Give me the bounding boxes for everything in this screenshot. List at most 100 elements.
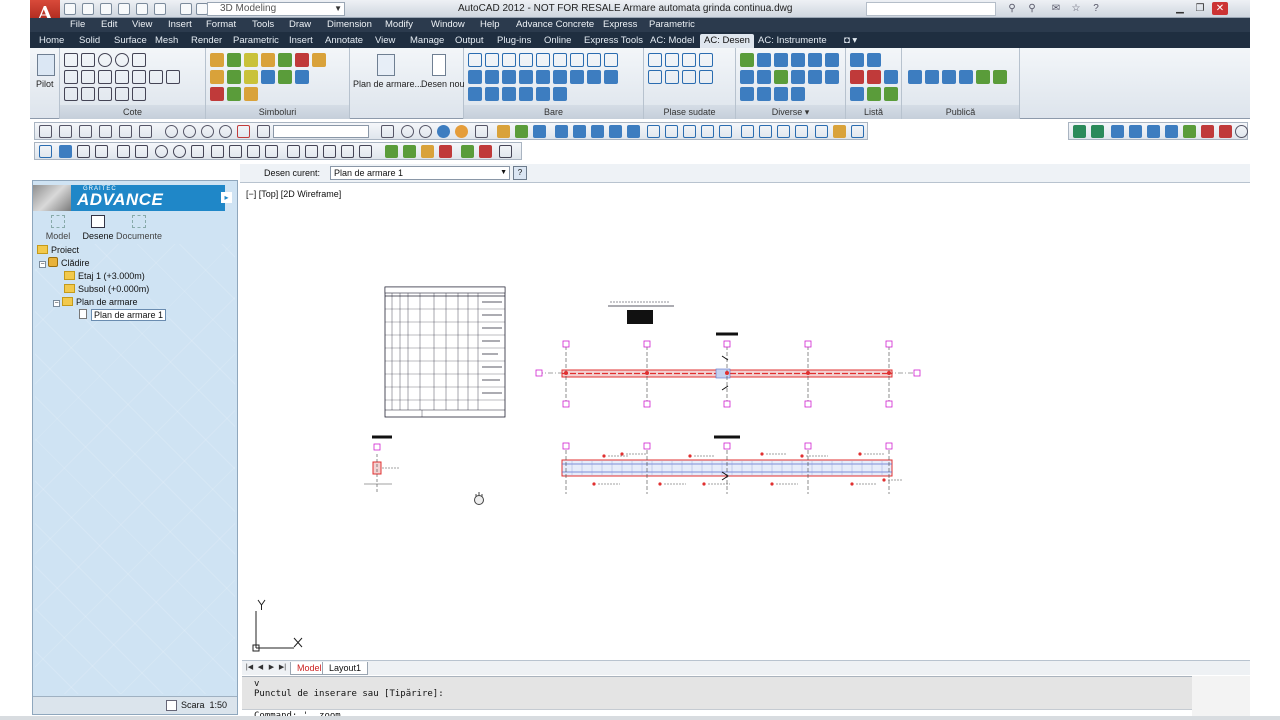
layer-combo[interactable] (273, 125, 369, 138)
tool-20-icon[interactable] (573, 125, 586, 138)
elevation-icon[interactable] (115, 70, 129, 84)
menu-parametric[interactable]: Parametric (649, 19, 695, 30)
communication-center-icon[interactable]: ✉ (1050, 3, 1062, 15)
tool-d9-icon[interactable] (191, 145, 204, 158)
tool-2-icon[interactable] (59, 125, 72, 138)
mesh-2-icon[interactable] (665, 53, 679, 67)
tool-32-icon[interactable] (795, 125, 808, 138)
publish-6-icon[interactable] (993, 70, 1007, 84)
tool-r8-icon[interactable] (1235, 125, 1248, 138)
tool-d1-icon[interactable] (39, 145, 52, 158)
symbol-4-icon[interactable] (261, 53, 275, 67)
tool-35-icon[interactable] (851, 125, 864, 138)
bar-23-icon[interactable] (536, 87, 550, 101)
pilot-icon[interactable] (37, 54, 55, 76)
new-drawing-icon[interactable] (432, 54, 446, 76)
tool-d17-icon[interactable] (341, 145, 354, 158)
tab-documente[interactable]: Documente (113, 215, 165, 241)
misc-5-icon[interactable] (808, 53, 822, 67)
tool-5-icon[interactable] (119, 125, 132, 138)
tool-21-icon[interactable] (591, 125, 604, 138)
list-7-icon[interactable] (867, 87, 881, 101)
tool-r4-icon[interactable] (1165, 125, 1178, 138)
tool-r6-icon[interactable] (1201, 125, 1214, 138)
tab-mesh[interactable]: Mesh (151, 34, 182, 48)
bar-5-icon[interactable] (536, 53, 550, 67)
misc-icon[interactable] (740, 53, 754, 67)
tool-d24-icon[interactable] (479, 145, 492, 158)
tool-15-icon[interactable] (475, 125, 488, 138)
tree-node-plan-de-armare[interactable]: − Plan de armare (53, 296, 138, 308)
bar-14-icon[interactable] (536, 70, 550, 84)
bar-8-icon[interactable] (587, 53, 601, 67)
list-3-icon[interactable] (850, 70, 864, 84)
menu-draw[interactable]: Draw (289, 19, 311, 30)
ordinate-icon[interactable] (81, 70, 95, 84)
tool-d5-icon[interactable] (117, 145, 130, 158)
menu-help[interactable]: Help (480, 19, 500, 30)
tool-18-icon[interactable] (533, 125, 546, 138)
tool-29-icon[interactable] (741, 125, 754, 138)
bar-15-icon[interactable] (553, 70, 567, 84)
tool-d14-icon[interactable] (287, 145, 300, 158)
tab-home[interactable]: Home (35, 34, 68, 48)
symbol-5-icon[interactable] (278, 53, 292, 67)
symbol-15-icon[interactable] (227, 87, 241, 101)
tab-solid[interactable]: Solid (75, 34, 104, 48)
symbol-12-icon[interactable] (278, 70, 292, 84)
sphere-icon[interactable] (437, 125, 450, 138)
tool-d15-icon[interactable] (305, 145, 318, 158)
bar-6-icon[interactable] (553, 53, 567, 67)
text-dim-icon[interactable] (132, 87, 146, 101)
bar-11-icon[interactable] (485, 70, 499, 84)
tool-25-icon[interactable] (665, 125, 678, 138)
tool-24-icon[interactable] (647, 125, 660, 138)
tool-22-icon[interactable] (609, 125, 622, 138)
tool-16-icon[interactable] (497, 125, 510, 138)
favorites-icon[interactable]: ☆ (1070, 3, 1082, 15)
tool-d19-icon[interactable] (385, 145, 398, 158)
tool-9-icon[interactable] (201, 125, 214, 138)
prev-tab-icon[interactable]: ◀ (256, 663, 265, 673)
symbol-14-icon[interactable] (210, 87, 224, 101)
symbol-7-icon[interactable] (312, 53, 326, 67)
last-tab-icon[interactable]: ▶| (278, 663, 287, 673)
symbol-11-icon[interactable] (261, 70, 275, 84)
tab-manage[interactable]: Manage (406, 34, 448, 48)
symbol-6-icon[interactable] (295, 53, 309, 67)
menu-insert[interactable]: Insert (168, 19, 192, 30)
tab-view[interactable]: View (371, 34, 399, 48)
tab-annotate[interactable]: Annotate (321, 34, 367, 48)
list-4-icon[interactable] (867, 70, 881, 84)
tool-r5-icon[interactable] (1183, 125, 1196, 138)
tool-d10-icon[interactable] (211, 145, 224, 158)
menu-tools[interactable]: Tools (252, 19, 274, 30)
tool-d3-icon[interactable] (77, 145, 90, 158)
tab-ac-instrumente[interactable]: AC: Instrumente (754, 34, 831, 48)
dimension-aligned-icon[interactable] (81, 53, 95, 67)
tool-6-icon[interactable] (139, 125, 152, 138)
tab-ac-desen[interactable]: AC: Desen (700, 34, 754, 48)
tool-r3-icon[interactable] (1147, 125, 1160, 138)
first-tab-icon[interactable]: |◀ (245, 663, 254, 673)
zoom-icon[interactable] (257, 125, 270, 138)
plot-icon[interactable] (154, 3, 166, 15)
bar-18-icon[interactable] (604, 70, 618, 84)
bar-3-icon[interactable] (502, 53, 516, 67)
publish-4-icon[interactable] (959, 70, 973, 84)
misc-15-icon[interactable] (774, 87, 788, 101)
menu-file[interactable]: File (70, 19, 85, 30)
play-icon[interactable] (1073, 125, 1086, 138)
edit-dim-icon[interactable] (115, 87, 129, 101)
mesh-3-icon[interactable] (682, 53, 696, 67)
tab-surface[interactable]: Surface (110, 34, 151, 48)
tab-ac-model[interactable]: AC: Model (646, 34, 698, 48)
menu-advance-concrete[interactable]: Advance Concrete (516, 19, 594, 30)
misc-4-icon[interactable] (791, 53, 805, 67)
tool-r7-icon[interactable] (1219, 125, 1232, 138)
diverse-panel-title[interactable]: Diverse ▾ (736, 105, 845, 119)
bar-2-icon[interactable] (485, 53, 499, 67)
tool-11-icon[interactable] (237, 125, 250, 138)
misc-16-icon[interactable] (791, 87, 805, 101)
misc-11-icon[interactable] (808, 70, 822, 84)
